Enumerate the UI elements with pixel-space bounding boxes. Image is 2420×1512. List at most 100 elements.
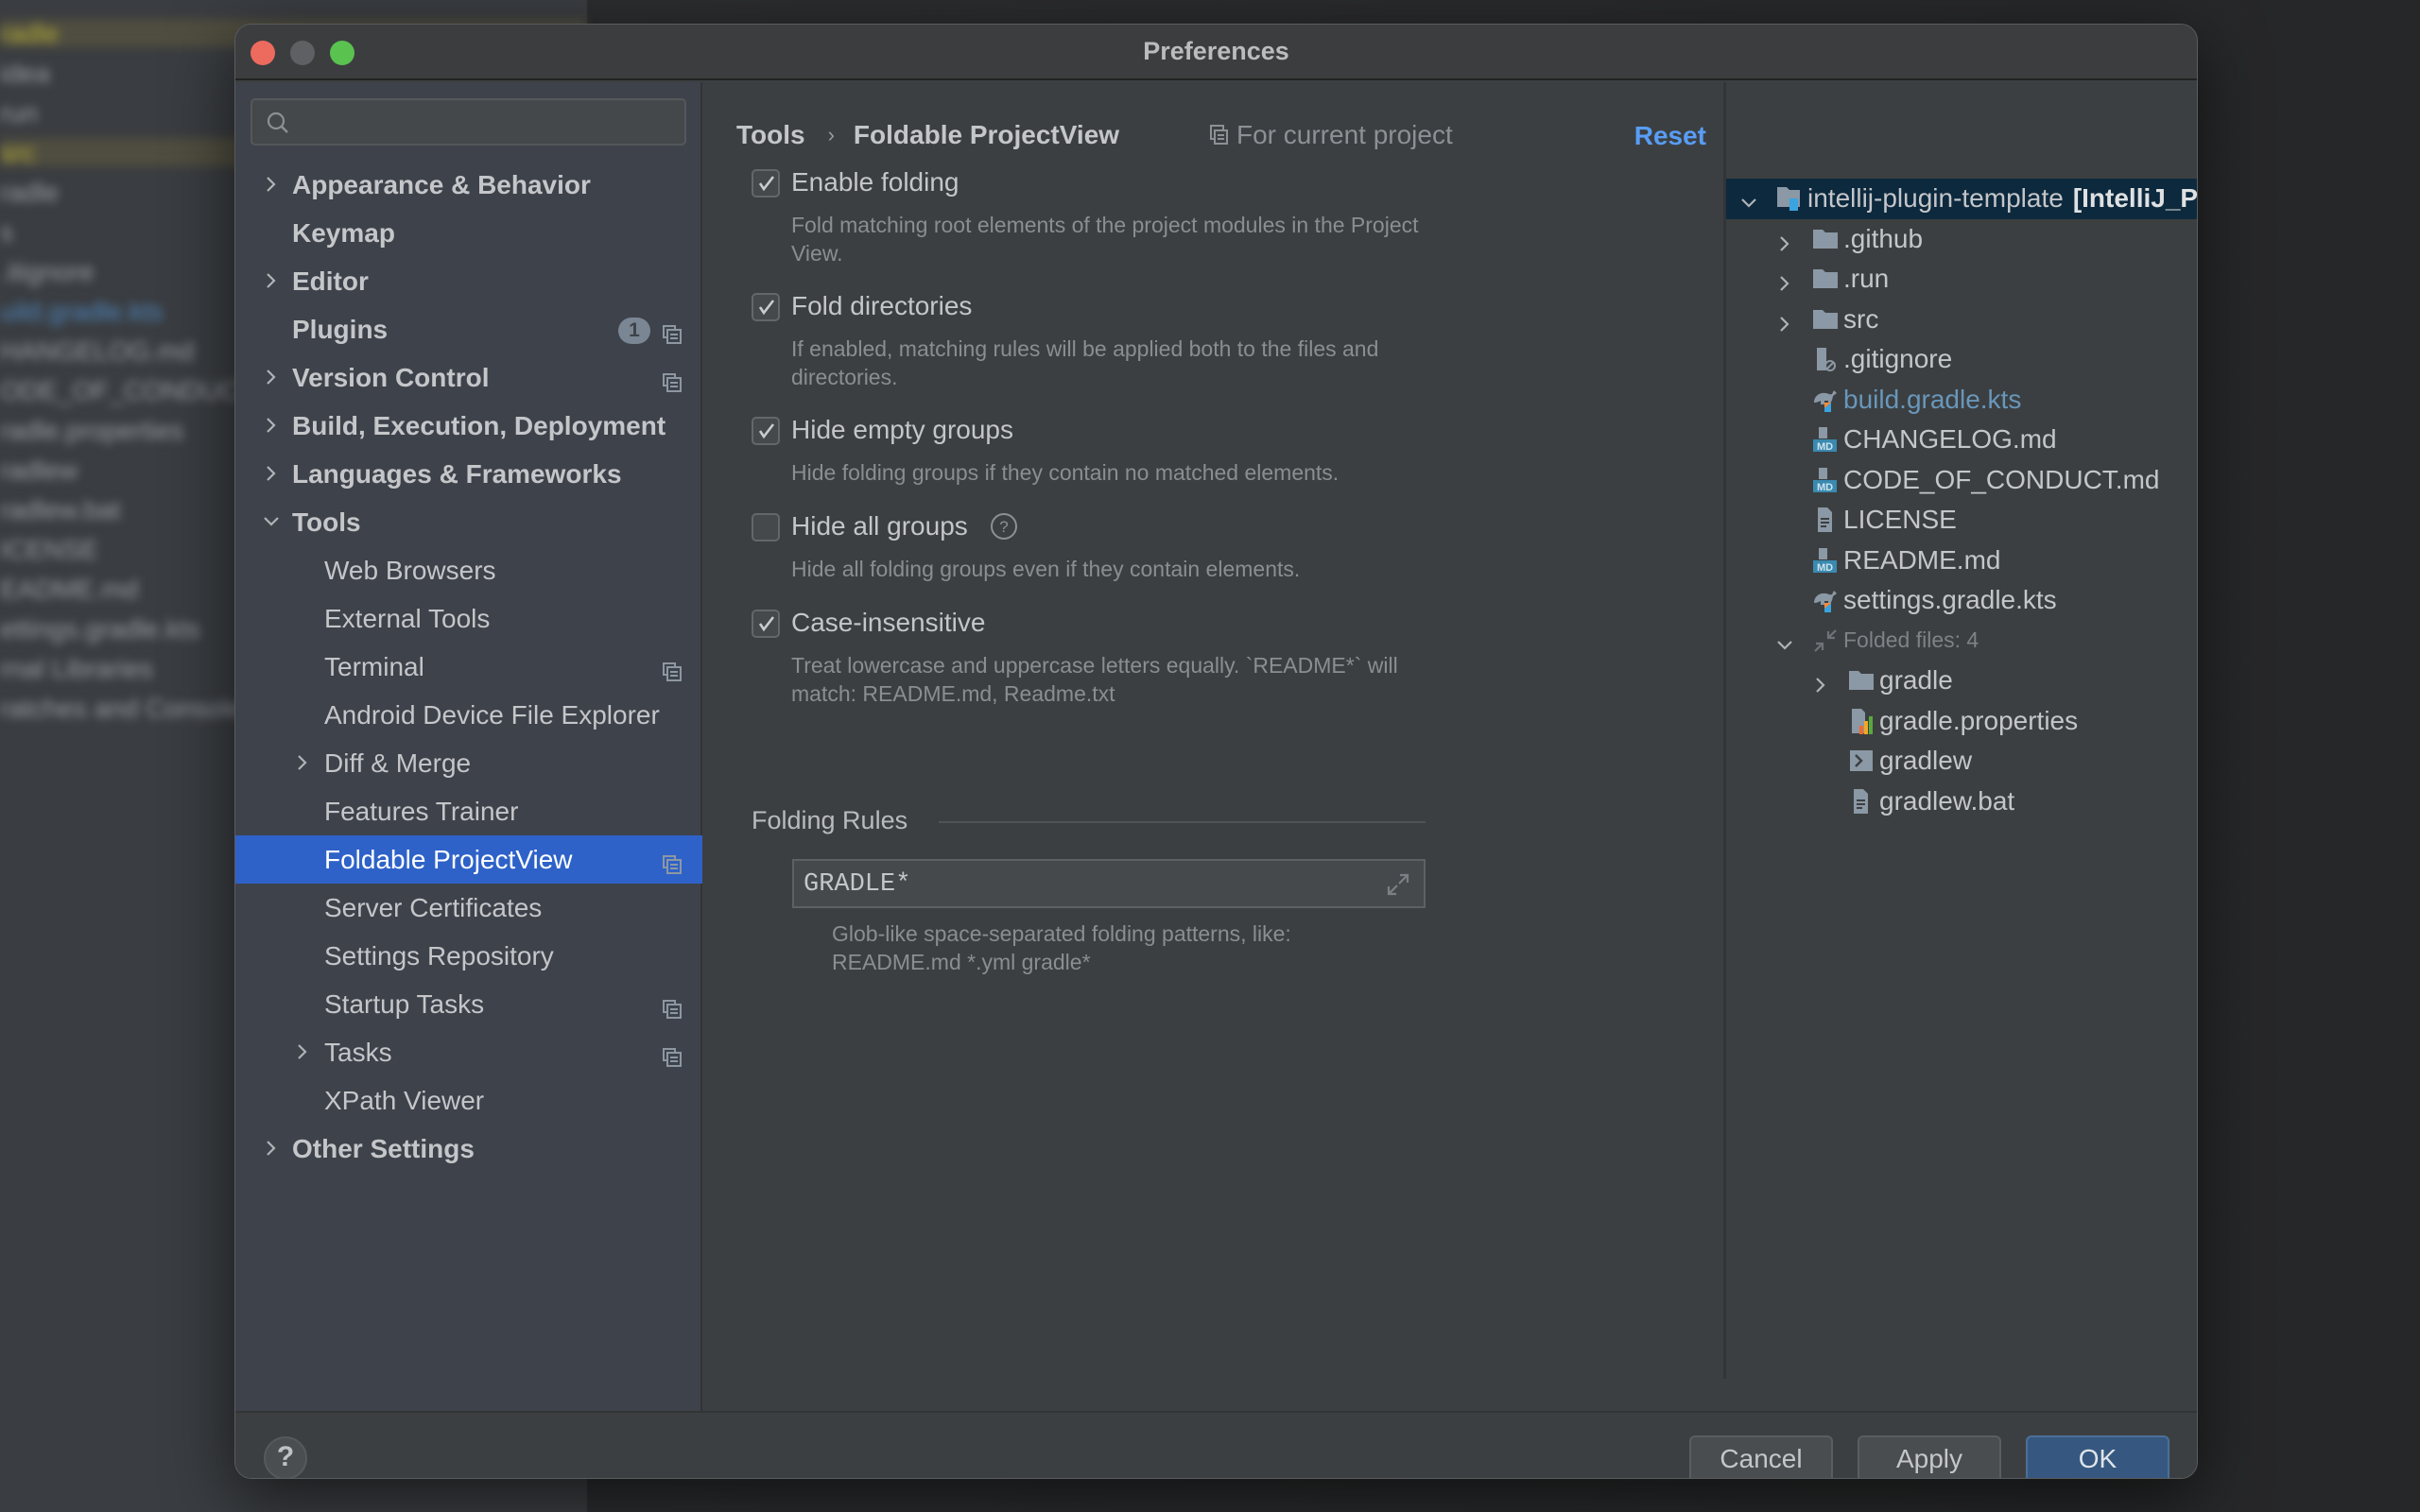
- shell-icon: [1847, 747, 1874, 775]
- checkbox[interactable]: [752, 293, 780, 321]
- checkmark-icon: [758, 616, 775, 632]
- checkbox[interactable]: [752, 610, 780, 638]
- chevron-right-icon[interactable]: [262, 271, 281, 290]
- folding-rules-field[interactable]: [792, 859, 1426, 908]
- chevron-right-icon[interactable]: [1775, 310, 1794, 332]
- sidebar-item-languages-frameworks[interactable]: Languages & Frameworks: [235, 450, 702, 498]
- checkbox[interactable]: [752, 513, 780, 541]
- settings-search[interactable]: [251, 98, 686, 146]
- chevron-down-icon[interactable]: [1775, 631, 1794, 650]
- tree-item-name: gradlew: [1879, 746, 1973, 776]
- background-row: rnal Libraries: [0, 654, 153, 683]
- sidebar-item-version-control[interactable]: Version Control: [235, 353, 702, 402]
- sidebar-item-tools[interactable]: Tools: [235, 498, 702, 546]
- sidebar-item-settings-repository[interactable]: Settings Repository: [235, 932, 702, 980]
- option-label[interactable]: Hide all groups: [791, 511, 968, 541]
- chevron-right-icon[interactable]: [262, 175, 281, 194]
- chevron-right-icon[interactable]: [262, 464, 281, 483]
- sidebar-item-editor[interactable]: Editor: [235, 257, 702, 305]
- module-name: [IntelliJ_Platform_Plugin: [2072, 183, 2198, 214]
- folding-rules-input[interactable]: [804, 868, 1371, 902]
- chevron-right-icon[interactable]: [262, 368, 281, 387]
- help-button[interactable]: ?: [264, 1436, 307, 1478]
- chevron-right-icon[interactable]: [262, 1139, 281, 1158]
- breadcrumb-tools[interactable]: Tools: [736, 120, 805, 150]
- option-description: Hide all folding groups even if they con…: [791, 557, 1301, 581]
- option-label[interactable]: Case-insensitive: [791, 608, 985, 638]
- tree-row[interactable]: MD CHANGELOG.md: [1726, 420, 2197, 460]
- update-count-badge: 1: [618, 318, 650, 344]
- option-label[interactable]: Fold directories: [791, 291, 972, 321]
- sidebar-item-other-settings[interactable]: Other Settings: [235, 1125, 702, 1173]
- chevron-right-icon[interactable]: [293, 1042, 312, 1061]
- tree-row[interactable]: .gitignore: [1726, 339, 2197, 380]
- tree-item-label: gradle: [1879, 665, 1953, 696]
- sidebar-item-terminal[interactable]: Terminal: [235, 643, 702, 691]
- chevron-right-icon[interactable]: [1775, 269, 1794, 291]
- sidebar-item-diff-merge[interactable]: Diff & Merge: [235, 739, 702, 787]
- sidebar-item-plugins[interactable]: Plugins 1: [235, 305, 702, 353]
- sidebar-item-server-certificates[interactable]: Server Certificates: [235, 884, 702, 932]
- sidebar-item-foldable-projectview[interactable]: Foldable ProjectView: [235, 835, 702, 884]
- sidebar-item-xpath-viewer[interactable]: XPath Viewer: [235, 1076, 702, 1125]
- option-label[interactable]: Enable folding: [791, 167, 959, 198]
- tree-row[interactable]: .run: [1726, 259, 2197, 300]
- chevron-right-icon[interactable]: [262, 416, 281, 435]
- background-row: .itignore: [0, 257, 95, 286]
- project-level-icon: [663, 995, 682, 1019]
- sidebar-item-tasks[interactable]: Tasks: [235, 1028, 702, 1076]
- sidebar-item-keymap[interactable]: Keymap: [235, 209, 702, 257]
- folded-icon: [1811, 627, 1838, 655]
- tree-row[interactable]: settings.gradle.kts: [1726, 580, 2197, 621]
- chevron-right-icon[interactable]: [293, 753, 312, 772]
- text-file-icon: [1847, 787, 1874, 816]
- background-row: radle: [0, 178, 60, 207]
- chevron-right-icon[interactable]: [1811, 671, 1830, 693]
- reset-link[interactable]: Reset: [1634, 121, 1706, 151]
- folding-rules-title: Folding Rules: [752, 806, 908, 834]
- tree-row[interactable]: MD CODE_OF_CONDUCT.md: [1726, 460, 2197, 501]
- tree-row[interactable]: gradle.properties: [1726, 701, 2197, 742]
- settings-search-input[interactable]: [300, 106, 668, 138]
- properties-icon: [1847, 707, 1874, 735]
- chevron-right-icon[interactable]: [1775, 230, 1794, 251]
- sidebar-item-android-device-file-explorer[interactable]: Android Device File Explorer: [235, 691, 702, 739]
- tree-row[interactable]: gradle: [1726, 661, 2197, 701]
- project-scope-icon: [1210, 125, 1228, 145]
- background-row: s: [0, 217, 13, 247]
- help-icon[interactable]: ?: [990, 512, 1018, 541]
- tree-row[interactable]: LICENSE: [1726, 500, 2197, 541]
- sidebar-item-appearance-behavior[interactable]: Appearance & Behavior: [235, 161, 702, 209]
- tree-row[interactable]: Folded files: 4: [1726, 621, 2197, 662]
- expand-icon[interactable]: [1386, 872, 1410, 897]
- tree-row[interactable]: src: [1726, 300, 2197, 340]
- sidebar-item-startup-tasks[interactable]: Startup Tasks: [235, 980, 702, 1028]
- ok-button[interactable]: OK: [2026, 1435, 2169, 1478]
- text-file-icon: [1811, 506, 1838, 534]
- tree-row[interactable]: MD README.md: [1726, 541, 2197, 581]
- sidebar-item-label: Build, Execution, Deployment: [292, 410, 666, 440]
- tree-row[interactable]: .github: [1726, 219, 2197, 260]
- apply-button[interactable]: Apply: [1858, 1435, 2001, 1478]
- tree-row[interactable]: gradlew.bat: [1726, 782, 2197, 822]
- checkbox[interactable]: [752, 169, 780, 198]
- sidebar-item-web-browsers[interactable]: Web Browsers: [235, 546, 702, 594]
- tree-item-label: settings.gradle.kts: [1843, 585, 2057, 615]
- tree-item-name: gradle.properties: [1879, 705, 2079, 735]
- background-row: radlew.bat: [0, 495, 121, 524]
- option-label[interactable]: Hide empty groups: [791, 415, 1013, 445]
- tree-root-row[interactable]: intellij-plugin-template [IntelliJ_Platfo…: [1726, 179, 2198, 219]
- checkbox[interactable]: [752, 417, 780, 445]
- cancel-button[interactable]: Cancel: [1689, 1435, 1833, 1478]
- sidebar-item-external-tools[interactable]: External Tools: [235, 594, 702, 643]
- chevron-down-icon[interactable]: [1739, 189, 1758, 208]
- tree-item-label: LICENSE: [1843, 505, 1957, 535]
- sidebar-item-label: Android Device File Explorer: [324, 699, 660, 730]
- breadcrumb-separator: ›: [827, 123, 835, 146]
- sidebar-item-build-execution-deployment[interactable]: Build, Execution, Deployment: [235, 402, 702, 450]
- tree-row[interactable]: gradlew: [1726, 741, 2197, 782]
- sidebar-item-label: Tasks: [324, 1037, 392, 1067]
- chevron-down-icon[interactable]: [262, 512, 281, 531]
- sidebar-item-features-trainer[interactable]: Features Trainer: [235, 787, 702, 835]
- tree-row[interactable]: build.gradle.kts: [1726, 380, 2197, 421]
